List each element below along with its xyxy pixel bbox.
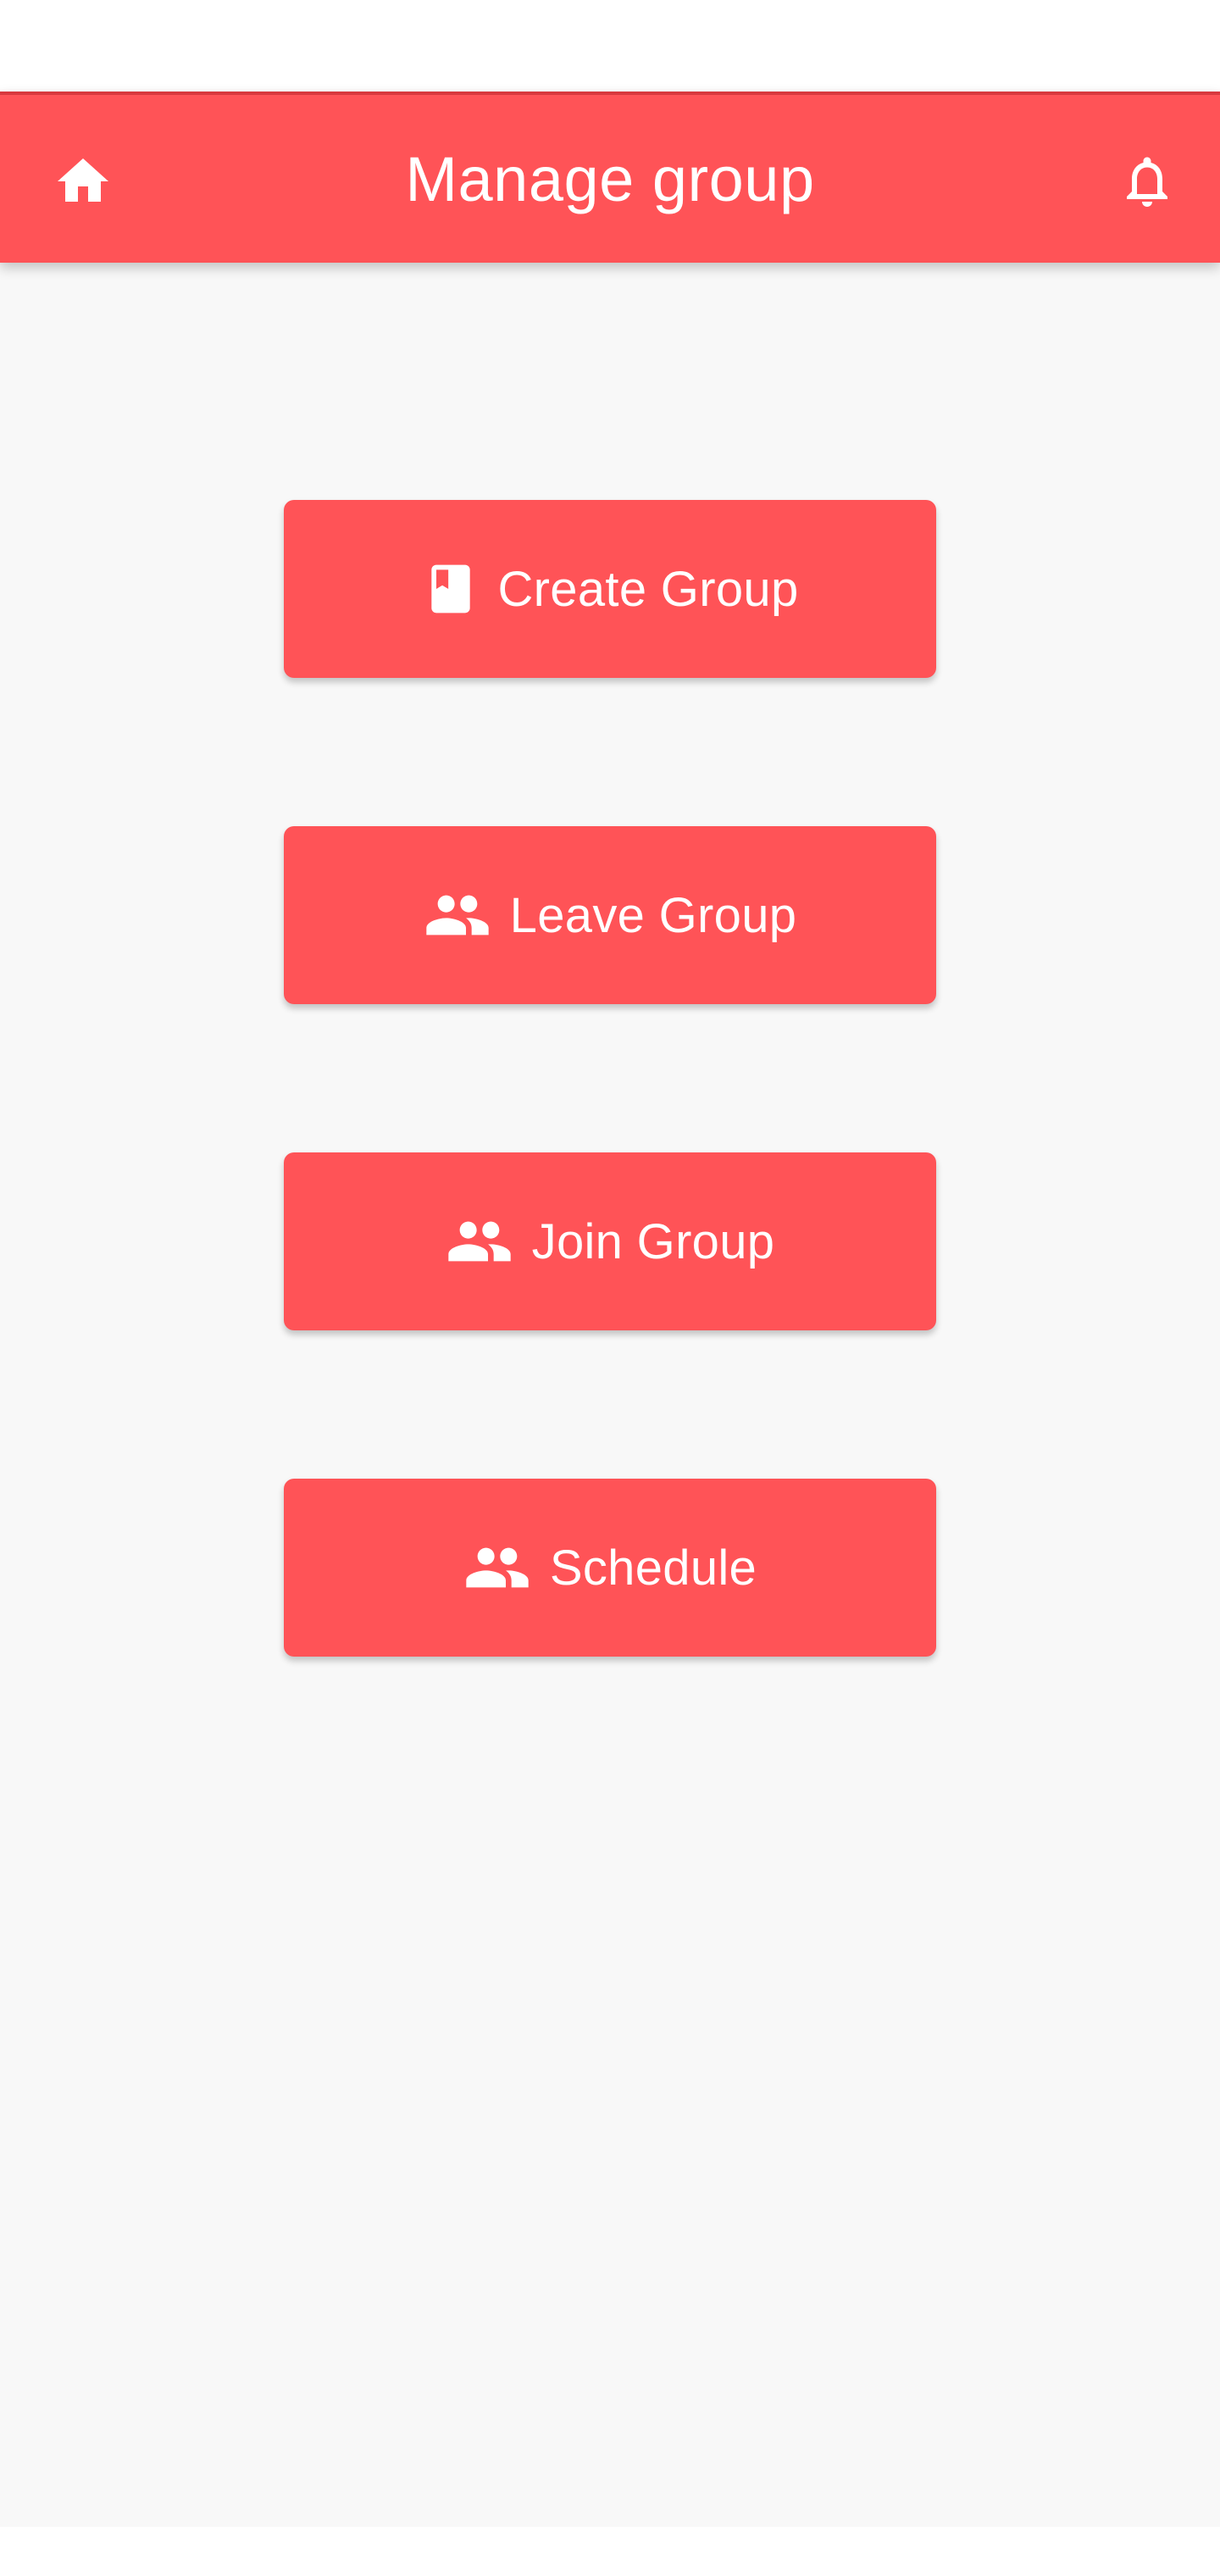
leave-group-button[interactable]: Leave Group (284, 826, 936, 1004)
join-group-label: Join Group (531, 1213, 775, 1269)
people-icon (424, 881, 491, 949)
app-bar: Manage group (0, 92, 1220, 263)
home-button[interactable] (42, 142, 124, 224)
bottom-strip (0, 2527, 1220, 2576)
leave-group-label: Leave Group (509, 887, 797, 943)
bell-icon (1117, 151, 1178, 216)
status-bar (0, 0, 1220, 92)
book-icon (422, 560, 480, 618)
schedule-button[interactable]: Schedule (284, 1479, 936, 1657)
home-icon (53, 151, 114, 216)
page-title: Manage group (405, 143, 815, 214)
schedule-label: Schedule (549, 1540, 757, 1596)
join-group-button[interactable]: Join Group (284, 1152, 936, 1330)
notifications-button[interactable] (1106, 142, 1188, 224)
people-icon (446, 1208, 513, 1275)
people-icon (463, 1534, 531, 1602)
create-group-button[interactable]: Create Group (284, 500, 936, 678)
create-group-label: Create Group (497, 561, 799, 617)
